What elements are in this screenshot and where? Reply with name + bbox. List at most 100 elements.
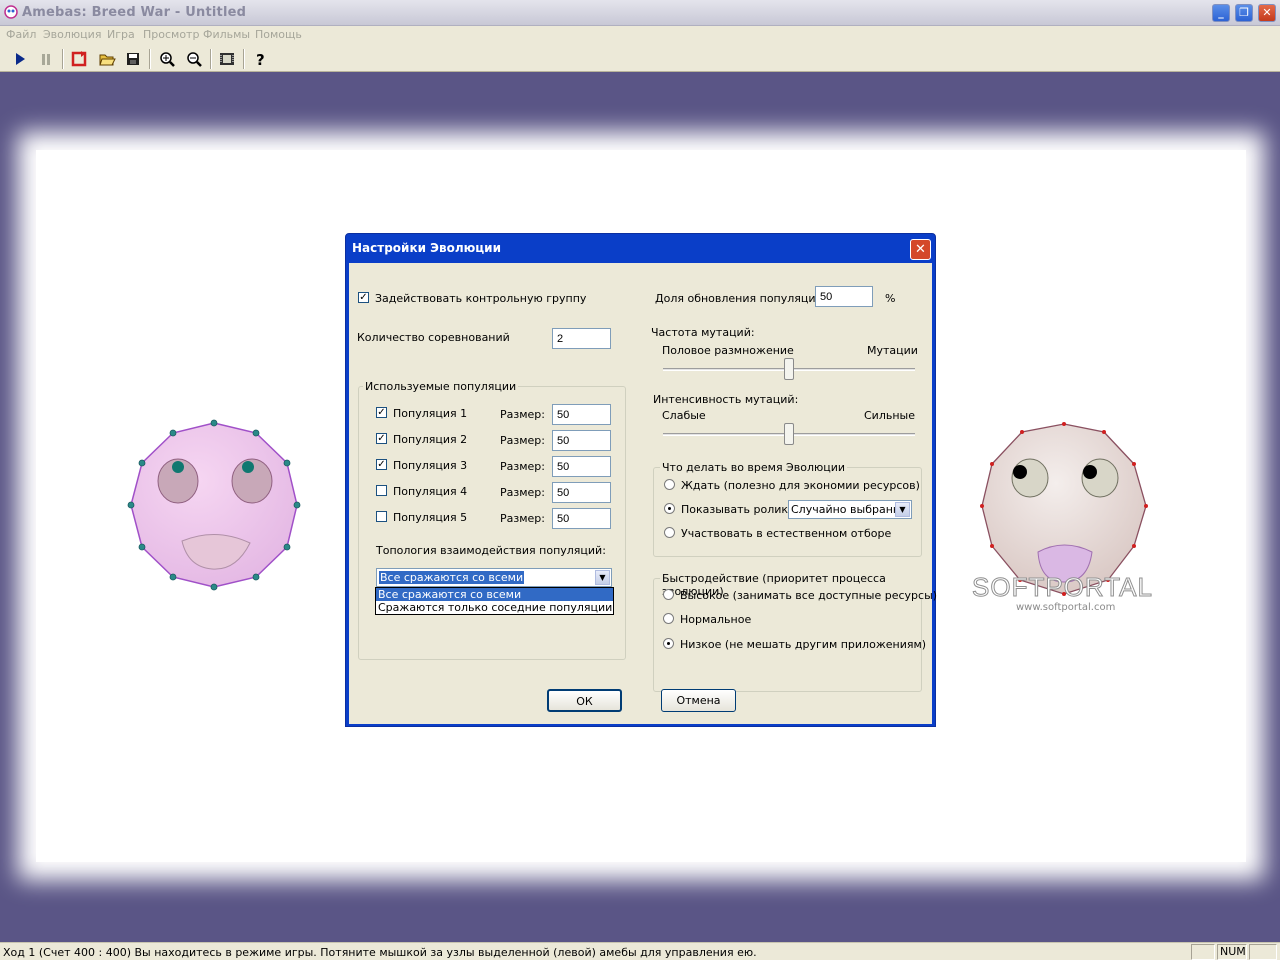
priority-normal-radio[interactable] — [663, 613, 674, 624]
save-icon[interactable] — [122, 48, 144, 70]
evolution-settings-dialog: Настройки Эволюции ✕ ✓ Задействовать кон… — [345, 233, 937, 727]
watermark-url: www.softportal.com — [1016, 602, 1116, 613]
toolbar-separator — [210, 49, 212, 69]
update-share-input[interactable] — [815, 286, 873, 307]
toolbar: ? — [0, 45, 1280, 72]
film-icon[interactable] — [216, 48, 238, 70]
mutation-intensity-right-label: Сильные — [864, 409, 915, 422]
populations-group-label: Используемые популяции — [363, 380, 519, 393]
population-5-label: Популяция 5 — [393, 511, 468, 524]
clips-select[interactable]: Случайно выбранны ▼ — [788, 500, 912, 519]
control-group-checkbox[interactable]: ✓ — [358, 292, 369, 303]
population-4-size-label: Размер: — [500, 486, 545, 499]
menu-evolution[interactable]: Эволюция — [43, 28, 101, 41]
during-evolution-label: Что делать во время Эволюции — [660, 461, 848, 474]
control-group-label: Задействовать контрольную группу — [375, 292, 587, 305]
title-bar: Amebas: Breed War - Untitled _ ❐ ✕ — [0, 0, 1280, 26]
topology-label: Топология взаимодействия популяций: — [376, 544, 606, 557]
mutation-frequency-slider[interactable] — [784, 358, 794, 380]
population-5-size-label: Размер: — [500, 512, 545, 525]
topology-selected-value: Все сражаются со всеми — [379, 571, 525, 584]
restart-icon[interactable] — [68, 48, 90, 70]
minimize-button[interactable]: _ — [1212, 4, 1230, 22]
priority-high-label: Высокое (занимать все доступные ресурсы) — [680, 589, 938, 602]
menu-view[interactable]: Просмотр — [143, 28, 199, 41]
status-bar: Ход 1 (Счет 400 : 400) Вы находитесь в р… — [0, 942, 1280, 960]
player-amoeba[interactable] — [126, 417, 308, 597]
topology-select[interactable]: Все сражаются со всеми ▼ — [376, 568, 612, 587]
svg-text:?: ? — [256, 51, 265, 69]
mutation-frequency-label: Частота мутаций: — [651, 326, 755, 339]
priority-high-radio[interactable] — [663, 589, 674, 600]
population-4-checkbox[interactable] — [376, 485, 387, 496]
ok-button[interactable]: ОК — [547, 689, 622, 712]
close-window-button[interactable]: ✕ — [1258, 4, 1276, 22]
population-2-checkbox[interactable]: ✓ — [376, 433, 387, 444]
show-clips-radio[interactable] — [664, 503, 675, 514]
population-5-size-input[interactable] — [552, 508, 611, 529]
priority-low-radio[interactable] — [663, 638, 674, 649]
topology-option-2[interactable]: Сражаются только соседние популяции — [376, 601, 613, 614]
menu-help[interactable]: Помощь — [255, 28, 302, 41]
population-3-checkbox[interactable]: ✓ — [376, 459, 387, 470]
pause-icon[interactable] — [35, 48, 57, 70]
population-2-size-input[interactable] — [552, 430, 611, 451]
toolbar-separator — [149, 49, 151, 69]
cancel-button[interactable]: Отмена — [661, 689, 736, 712]
num-lock-indicator: NUM — [1217, 944, 1247, 960]
window-title: Amebas: Breed War - Untitled — [22, 5, 247, 20]
population-3-label: Популяция 3 — [393, 459, 468, 472]
population-5-checkbox[interactable] — [376, 511, 387, 522]
help-icon[interactable]: ? — [249, 48, 271, 70]
status-panel — [1191, 944, 1215, 960]
topology-dropdown-list: Все сражаются со всеми Сражаются только … — [375, 587, 614, 615]
menu-file[interactable]: Файл — [6, 28, 36, 41]
status-text: Ход 1 (Счет 400 : 400) Вы находитесь в р… — [3, 946, 757, 959]
topology-option-1[interactable]: Все сражаются со всеми — [376, 588, 613, 601]
app-icon — [4, 5, 18, 19]
zoom-out-icon[interactable] — [183, 48, 205, 70]
status-panel — [1249, 944, 1277, 960]
population-3-size-input[interactable] — [552, 456, 611, 477]
open-folder-icon[interactable] — [96, 48, 118, 70]
wait-radio[interactable] — [664, 479, 675, 490]
update-share-unit: % — [885, 292, 896, 305]
show-clips-label: Показывать ролики — [681, 503, 796, 516]
mutation-intensity-left-label: Слабые — [662, 409, 706, 422]
population-1-size-label: Размер: — [500, 408, 545, 421]
priority-low-label: Низкое (не мешать другим приложениям) — [680, 638, 927, 651]
natural-selection-label: Участвовать в естественном отборе — [681, 527, 892, 540]
toolbar-separator — [243, 49, 245, 69]
population-3-size-label: Размер: — [500, 460, 545, 473]
mutation-frequency-left-label: Половое размножение — [662, 344, 794, 357]
population-2-label: Популяция 2 — [393, 433, 468, 446]
competitions-label: Количество соревнований — [357, 331, 510, 344]
natural-selection-radio[interactable] — [664, 527, 675, 538]
population-4-size-input[interactable] — [552, 482, 611, 503]
play-icon[interactable] — [9, 48, 31, 70]
competitions-input[interactable] — [552, 328, 611, 349]
population-4-label: Популяция 4 — [393, 485, 468, 498]
menu-game[interactable]: Игра — [107, 28, 135, 41]
dialog-close-button[interactable]: ✕ — [910, 239, 931, 260]
dialog-body: ✓ Задействовать контрольную группу Колич… — [349, 263, 937, 724]
mutation-intensity-label: Интенсивность мутаций: — [653, 393, 799, 406]
wait-label: Ждать (полезно для экономии ресурсов) — [681, 479, 920, 492]
menu-bar: Файл Эволюция Игра Просмотр Фильмы Помощ… — [0, 26, 1280, 45]
restore-button[interactable]: ❐ — [1235, 4, 1253, 22]
dialog-title: Настройки Эволюции — [352, 241, 501, 255]
toolbar-separator — [62, 49, 64, 69]
zoom-in-icon[interactable] — [156, 48, 178, 70]
population-1-label: Популяция 1 — [393, 407, 468, 420]
watermark-logo: SOFTPORTAL — [972, 572, 1153, 603]
mutation-intensity-slider[interactable] — [784, 423, 794, 445]
chevron-down-icon[interactable]: ▼ — [595, 570, 610, 585]
clips-select-value: Случайно выбранны — [791, 503, 909, 516]
population-2-size-label: Размер: — [500, 434, 545, 447]
priority-normal-label: Нормальное — [680, 613, 752, 626]
update-share-label: Доля обновления популяций — [655, 292, 823, 305]
chevron-down-icon[interactable]: ▼ — [895, 502, 910, 517]
population-1-checkbox[interactable]: ✓ — [376, 407, 387, 418]
menu-films[interactable]: Фильмы — [203, 28, 250, 41]
population-1-size-input[interactable] — [552, 404, 611, 425]
